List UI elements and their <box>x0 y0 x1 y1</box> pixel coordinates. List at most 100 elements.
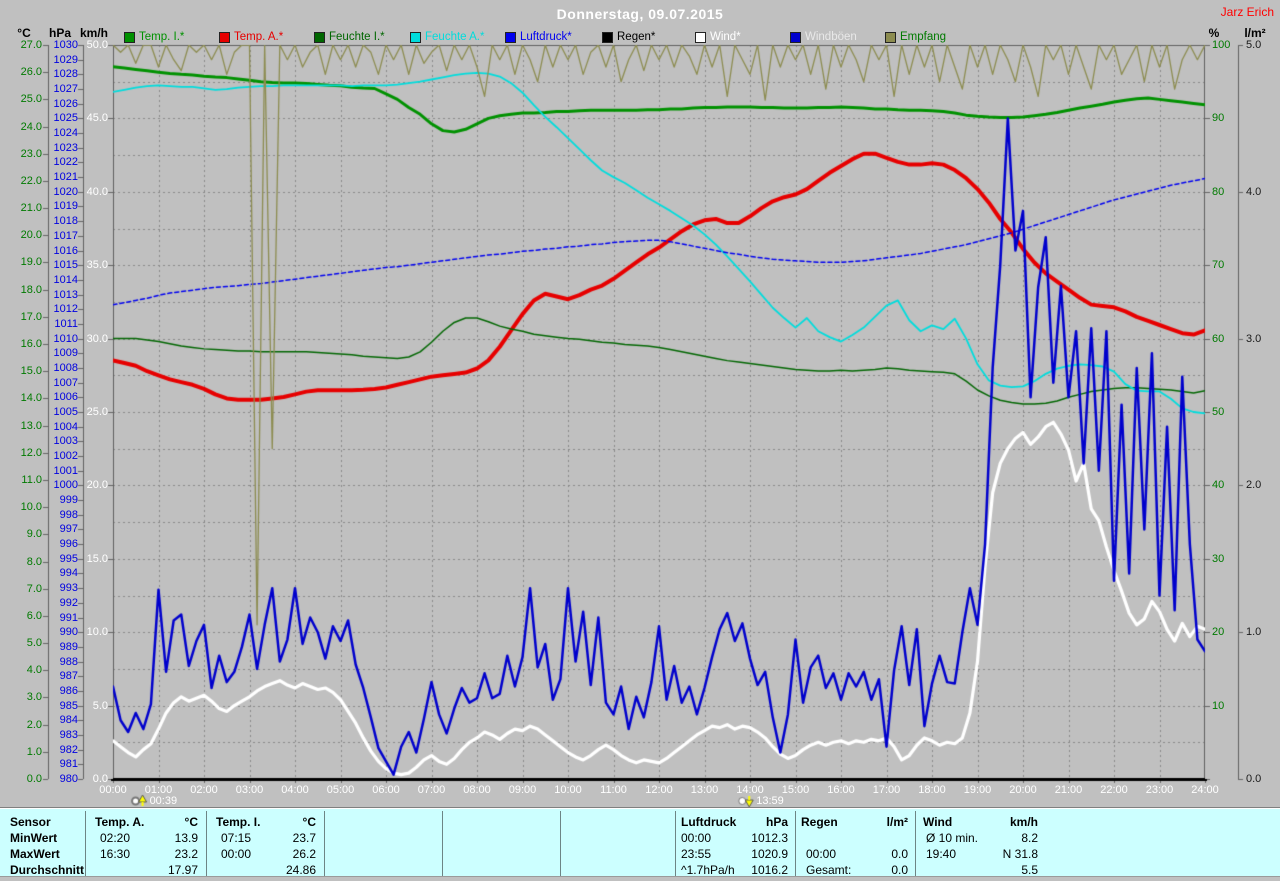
table-separator <box>324 811 325 876</box>
table-separator <box>675 811 676 876</box>
pressure-axis-label: 1011 <box>18 318 78 330</box>
wind-axis-label: 25.0 <box>48 406 108 418</box>
rain-axis-label: 1.0 <box>1246 626 1280 638</box>
legend-item-label: Empfang <box>900 31 946 43</box>
moonrise-marker-label: 00:39 <box>150 795 178 807</box>
legend-swatch-icon <box>124 32 135 43</box>
weather-day-chart <box>0 0 1280 881</box>
pressure-axis-label: 994 <box>18 567 78 579</box>
axis-header-temp: °C <box>8 26 40 40</box>
pressure-axis-label: 1001 <box>18 465 78 477</box>
x-axis-label: 17:00 <box>865 784 909 796</box>
x-axis-label: 16:00 <box>819 784 863 796</box>
pressure-axis-label: 983 <box>18 729 78 741</box>
table-separator <box>915 811 916 876</box>
pressure-axis-label: 986 <box>18 685 78 697</box>
pressure-axis-label: 1026 <box>18 98 78 110</box>
pressure-axis-label: 1021 <box>18 171 78 183</box>
legend-swatch-icon <box>410 32 421 43</box>
pressure-axis-label: 997 <box>18 523 78 535</box>
wind-axis-label: 30.0 <box>48 333 108 345</box>
legend-swatch-icon <box>219 32 230 43</box>
rain-axis-label: 0.0 <box>1246 773 1280 785</box>
table-cell: 0.0 <box>798 846 908 862</box>
legend-swatch-icon <box>314 32 325 43</box>
pressure-axis-label: 1018 <box>18 215 78 227</box>
x-axis-label: 13:00 <box>683 784 727 796</box>
pressure-axis-label: 996 <box>18 538 78 550</box>
pressure-axis-label: 1004 <box>18 421 78 433</box>
table-cell: 1012.3 <box>678 830 788 846</box>
pressure-axis-label: 1007 <box>18 377 78 389</box>
x-axis-label: 09:00 <box>501 784 545 796</box>
humidity-axis-label: 90 <box>1212 112 1272 124</box>
rain-axis-label: 2.0 <box>1246 479 1280 491</box>
table-cell: 23.2 <box>88 846 198 862</box>
pressure-axis-label: 1022 <box>18 156 78 168</box>
legend-swatch-icon <box>885 32 896 43</box>
x-axis-label: 05:00 <box>319 784 363 796</box>
wind-axis-label: 20.0 <box>48 479 108 491</box>
x-axis-label: 06:00 <box>364 784 408 796</box>
table-cell: 23.7 <box>206 830 316 846</box>
x-axis-label: 12:00 <box>637 784 681 796</box>
pressure-axis-label: 981 <box>18 758 78 770</box>
legend-item-label: Feuchte I.* <box>329 31 385 43</box>
table-row-label: Durchschnitt <box>10 862 84 878</box>
table-separator <box>560 811 561 876</box>
wind-axis-label: 15.0 <box>48 553 108 565</box>
x-axis-label: 00:00 <box>91 784 135 796</box>
table-row-label: Sensor <box>10 814 51 830</box>
humidity-axis-label: 10 <box>1212 700 1272 712</box>
pressure-axis-label: 982 <box>18 744 78 756</box>
pressure-axis-label: 988 <box>18 656 78 668</box>
moonset-marker-label: 13:59 <box>756 795 784 807</box>
axis-header-rain: l/m² <box>1236 26 1274 40</box>
pressure-axis-label: 1012 <box>18 303 78 315</box>
table-separator <box>795 811 796 876</box>
rain-axis-label: 3.0 <box>1246 333 1280 345</box>
pressure-axis-label: 984 <box>18 714 78 726</box>
legend-swatch-icon <box>505 32 516 43</box>
legend-swatch-icon <box>790 32 801 43</box>
table-cell: 1020.9 <box>678 846 788 862</box>
x-axis-label: 18:00 <box>910 784 954 796</box>
rain-axis-label: 5.0 <box>1246 39 1280 51</box>
pressure-axis-label: 998 <box>18 509 78 521</box>
table-separator <box>442 811 443 876</box>
humidity-axis-label: 70 <box>1212 259 1272 271</box>
legend-item-label: Temp. A.* <box>234 31 283 43</box>
table-cell: 0.0 <box>798 862 908 878</box>
stats-table: SensorMinWertMaxWertDurchschnittTemp. A.… <box>0 808 1280 878</box>
table-separator <box>85 811 86 876</box>
x-axis-label: 20:00 <box>1001 784 1045 796</box>
pressure-axis-label: 1017 <box>18 230 78 242</box>
pressure-axis-label: 1023 <box>18 142 78 154</box>
table-cell: 17.97 <box>88 862 198 878</box>
legend-item-label: Wind* <box>710 31 741 43</box>
wind-axis-label: 35.0 <box>48 259 108 271</box>
legend-item-label: Feuchte A.* <box>425 31 484 43</box>
x-axis-label: 10:00 <box>546 784 590 796</box>
humidity-axis-label: 30 <box>1212 553 1272 565</box>
pressure-axis-label: 987 <box>18 670 78 682</box>
pressure-axis-label: 1009 <box>18 347 78 359</box>
pressure-axis-label: 1029 <box>18 54 78 66</box>
pressure-axis-label: 1006 <box>18 391 78 403</box>
wind-axis-label: 40.0 <box>48 186 108 198</box>
rain-axis-label: 4.0 <box>1246 186 1280 198</box>
axis-header-humidity: % <box>1200 26 1228 40</box>
x-axis-label: 08:00 <box>455 784 499 796</box>
axis-header-pressure: hPa <box>42 26 78 40</box>
x-axis-label: 22:00 <box>1092 784 1136 796</box>
bottom-strip <box>0 877 1280 881</box>
table-col-unit: hPa <box>678 814 788 830</box>
page-title: Donnerstag, 09.07.2015 <box>0 6 1280 22</box>
table-col-unit: °C <box>206 814 316 830</box>
table-col-unit: °C <box>88 814 198 830</box>
x-axis-label: 19:00 <box>956 784 1000 796</box>
user-name: Jarz Erich <box>1221 5 1274 19</box>
table-cell: 5.5 <box>928 862 1038 878</box>
pressure-axis-label: 1002 <box>18 450 78 462</box>
x-axis-label: 11:00 <box>592 784 636 796</box>
